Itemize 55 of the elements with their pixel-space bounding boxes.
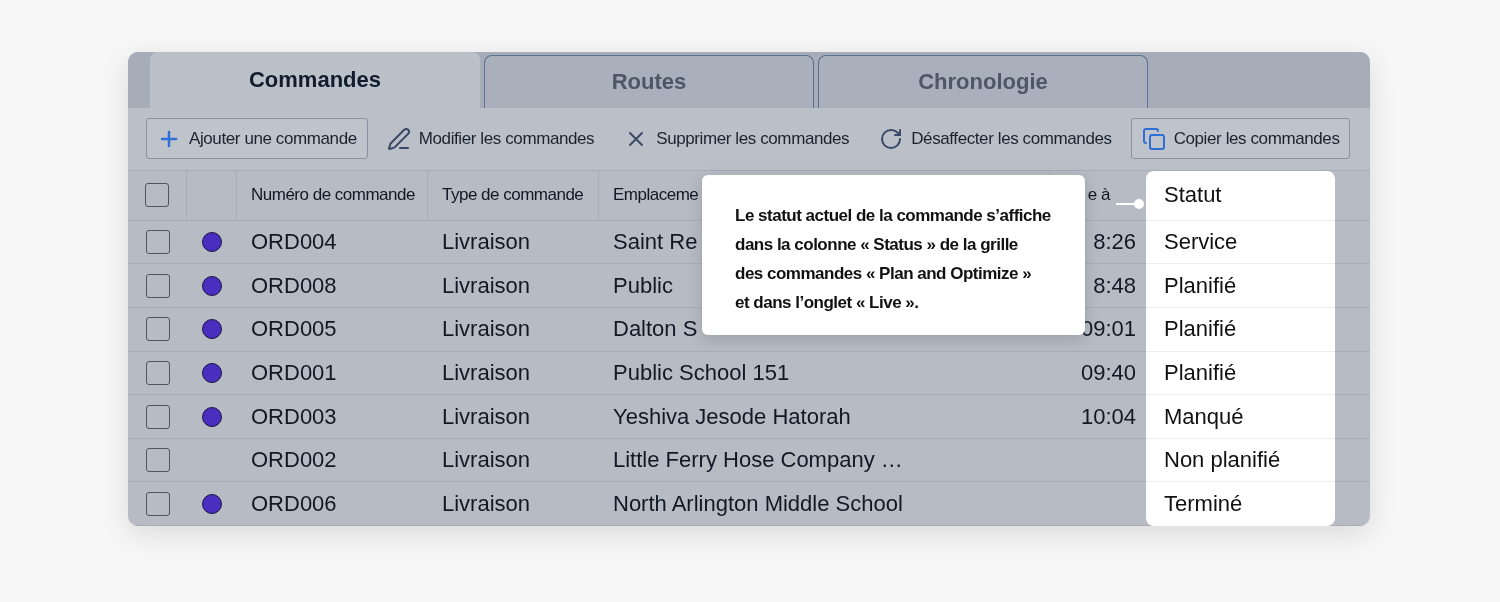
checkbox[interactable] [145,448,170,473]
table-cell: Public [613,272,673,299]
checkbox[interactable] [145,317,170,342]
table-cell: Planifié [1146,264,1335,308]
table-cell: 8:26 [1093,229,1136,256]
table-cell: ORD008 [251,272,337,299]
tab[interactable]: Commandes [150,52,480,108]
toolbar-button[interactable]: Modifier les commandes [375,118,606,160]
toolbar-button[interactable]: Ajouter une commande [146,118,368,160]
table-cell: ORD003 [251,403,337,430]
rotate-arrow-icon [879,126,904,151]
checkbox[interactable] [145,183,169,208]
table-cell: ORD002 [251,447,337,474]
column-header: Numéro de commande [251,185,415,206]
pencil-icon [386,126,411,151]
table-cell: 09:40 [1080,359,1136,386]
column-header: e à [1087,185,1110,206]
toolbar-button[interactable]: Désaffecter les commandes [868,118,1123,160]
checkbox[interactable] [145,273,170,298]
column-header: Type de commande [442,185,584,206]
table-cell: 10:04 [1080,403,1136,430]
table-cell: Livraison [442,316,531,343]
table-cell: ORD004 [251,229,337,256]
column-header: Statut [1146,170,1335,221]
checkbox[interactable] [145,360,170,385]
table-cell: Planifié [1146,308,1335,352]
copy-icon [1141,126,1166,151]
table-cell: Livraison [442,359,531,386]
table-cell: Little Ferry Hose Company … [613,447,903,474]
table-cell: Livraison [442,229,531,256]
toolbar-button[interactable]: Supprimer les commandes [613,118,861,160]
table-cell: ORD006 [251,490,337,517]
table-cell: Livraison [442,272,531,299]
table-cell: Yeshiva Jesode Hatorah [613,403,851,430]
table-cell: Dalton S [613,316,698,343]
column-header: Emplaceme [613,185,699,206]
table-cell: Livraison [442,490,531,517]
table-cell: Saint Re [613,229,698,256]
table-cell: Planifié [1146,351,1335,396]
table-cell: Public School 151 [613,359,790,386]
table-cell: North Arlington Middle School [613,490,903,517]
table-cell: Livraison [442,403,531,430]
table-cell: ORD001 [251,359,337,386]
leader-line [1116,199,1144,209]
checkbox[interactable] [145,491,170,516]
table-cell: Non planifié [1146,438,1335,483]
table-cell: ORD005 [251,316,337,343]
checkbox[interactable] [145,230,170,255]
toolbar-button[interactable]: Copier les commandes [1130,118,1351,160]
table-cell: 8:48 [1093,272,1136,299]
table-cell: Service [1146,220,1335,265]
checkbox[interactable] [145,404,170,429]
table-cell: Terminé [1146,482,1335,526]
table-cell: Livraison [442,447,531,474]
table-cell: Manqué [1146,395,1335,439]
